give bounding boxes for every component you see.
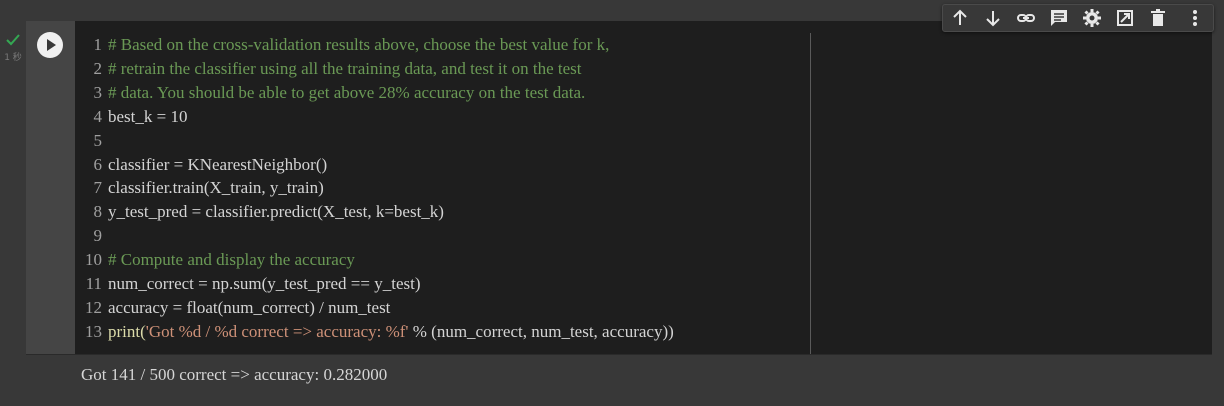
- line-number: 13: [85, 321, 102, 341]
- line-number: 2: [93, 58, 103, 78]
- link-icon: [1017, 14, 1035, 22]
- code-text: classifier = KNearestNeighbor(): [108, 154, 328, 174]
- code-text: best_k = 10: [108, 106, 188, 126]
- run-gutter: [26, 21, 75, 354]
- format-string: 'Got %d / %d correct => accuracy: %f': [145, 321, 409, 341]
- cell-toolbar: [942, 4, 1214, 32]
- arrow-up-icon: [953, 9, 967, 25]
- output-text: Got 141 / 500 correct => accuracy: 0.282…: [81, 365, 388, 384]
- line-number: 6: [93, 154, 103, 174]
- more-actions-button[interactable]: [1183, 6, 1207, 30]
- mirror-cell-button[interactable]: [1113, 6, 1137, 30]
- code-text: # Based on the cross-validation results …: [108, 35, 610, 54]
- code-text: num_correct = np.sum(y_test_pred == y_te…: [108, 274, 421, 293]
- cell-output: Got 141 / 500 correct => accuracy: 0.282…: [26, 354, 1212, 399]
- move-cell-up-button[interactable]: [948, 6, 972, 30]
- line-length-ruler: [810, 33, 811, 354]
- notebook-page: 1 秒 1 # Based on the cross-validation res…: [0, 0, 1224, 406]
- code-text: # retrain the classifier using all the t…: [108, 58, 582, 78]
- code-text: y_test_pred = classifier.predict(X_test,…: [108, 202, 444, 222]
- run-cell-button[interactable]: [37, 32, 63, 58]
- line-number: 3: [93, 82, 103, 102]
- line-number: 9: [93, 226, 103, 246]
- delete-cell-button[interactable]: [1146, 6, 1170, 30]
- play-icon: [47, 39, 56, 51]
- execution-time: 1 秒: [4, 53, 22, 63]
- cell-status-gutter: 1 秒: [0, 0, 26, 406]
- comment-icon: [1051, 10, 1067, 26]
- line-number: 7: [93, 178, 103, 198]
- print-args: % (num_correct, num_test, accuracy)): [408, 321, 674, 341]
- line-number: 8: [93, 202, 103, 222]
- more-vert-icon: [1193, 10, 1197, 26]
- code-text: # Compute and display the accuracy: [108, 250, 355, 270]
- code-text: print('Got %d / %d correct => accuracy: …: [108, 320, 674, 344]
- line-number: 11: [85, 274, 102, 293]
- code-text: # data. You should be able to get above …: [108, 82, 586, 102]
- cell-settings-button[interactable]: [1080, 6, 1104, 30]
- line-number: 1: [93, 35, 103, 54]
- mirror-cell-icon: [1117, 10, 1133, 26]
- gear-icon: [1083, 9, 1101, 27]
- trash-icon: [1151, 9, 1165, 26]
- move-cell-down-button[interactable]: [981, 6, 1005, 30]
- line-number: 4: [93, 106, 103, 126]
- copy-link-button[interactable]: [1014, 6, 1038, 30]
- add-comment-button[interactable]: [1047, 6, 1071, 30]
- line-number: 10: [85, 250, 102, 270]
- code-editor[interactable]: 1 # Based on the cross-validation results…: [75, 21, 1212, 354]
- print-keyword: print(: [108, 321, 146, 341]
- checkmark-icon: [6, 34, 20, 46]
- code-text: classifier.train(X_train, y_train): [108, 178, 324, 198]
- line-number: 5: [93, 130, 103, 150]
- code-text: accuracy = float(num_correct) / num_test: [108, 297, 391, 317]
- arrow-down-icon: [986, 11, 1000, 27]
- line-number: 12: [85, 297, 102, 317]
